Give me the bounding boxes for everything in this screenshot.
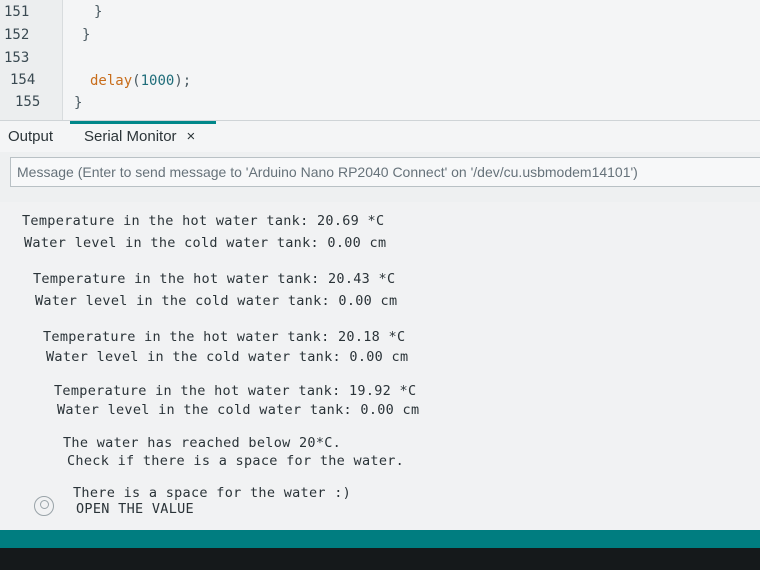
serial-line: Water level in the cold water tank: 0.00… — [46, 349, 409, 365]
code-number: 1000 — [140, 73, 175, 89]
close-icon[interactable]: × — [187, 128, 196, 145]
serial-line: Temperature in the hot water tank: 19.92… — [54, 383, 417, 399]
serial-line: Water level in the cold water tank: 0.00… — [57, 402, 420, 418]
serial-line: OPEN THE VALUE — [76, 501, 194, 517]
code-paren: ); — [174, 73, 192, 89]
panel-tab-bar: Output Serial Monitor × — [0, 120, 760, 153]
serial-line: Temperature in the hot water tank: 20.43… — [33, 271, 396, 287]
code-editor[interactable]: 151 152 153 154 155 } } delay(1000); } — [0, 0, 760, 120]
code-brace: } — [82, 27, 91, 43]
status-bar — [0, 530, 760, 548]
serial-line: Check if there is a space for the water. — [67, 453, 405, 469]
serial-line: The water has reached below 20*C. — [63, 435, 342, 451]
line-number: 155 — [15, 94, 41, 110]
serial-line: Temperature in the hot water tank: 20.69… — [22, 213, 385, 229]
tab-output[interactable]: Output — [8, 128, 53, 145]
code-brace: } — [74, 95, 83, 111]
line-number: 154 — [10, 72, 36, 88]
serial-output — [0, 202, 760, 532]
line-number: 153 — [4, 50, 30, 66]
code-brace: } — [94, 4, 103, 20]
serial-message-input[interactable] — [10, 157, 760, 187]
code-paren: ( — [132, 73, 141, 89]
code-line-delay: delay(1000); — [90, 73, 191, 89]
line-number: 152 — [4, 27, 30, 43]
screen-bezel — [0, 548, 760, 570]
active-tab-indicator — [70, 121, 216, 124]
line-number: 151 — [4, 4, 30, 20]
user-circle-icon[interactable] — [34, 496, 54, 516]
line-number-gutter: 151 152 153 154 155 — [0, 0, 63, 120]
serial-line: Water level in the cold water tank: 0.00… — [35, 293, 398, 309]
serial-line: Water level in the cold water tank: 0.00… — [24, 235, 387, 251]
code-function: delay — [90, 73, 133, 89]
serial-line: Temperature in the hot water tank: 20.18… — [43, 329, 406, 345]
tab-serial-monitor-label: Serial Monitor — [84, 128, 177, 145]
serial-line: There is a space for the water :) — [73, 485, 352, 501]
message-bar — [0, 152, 760, 202]
tab-serial-monitor[interactable]: Serial Monitor × — [84, 128, 195, 145]
